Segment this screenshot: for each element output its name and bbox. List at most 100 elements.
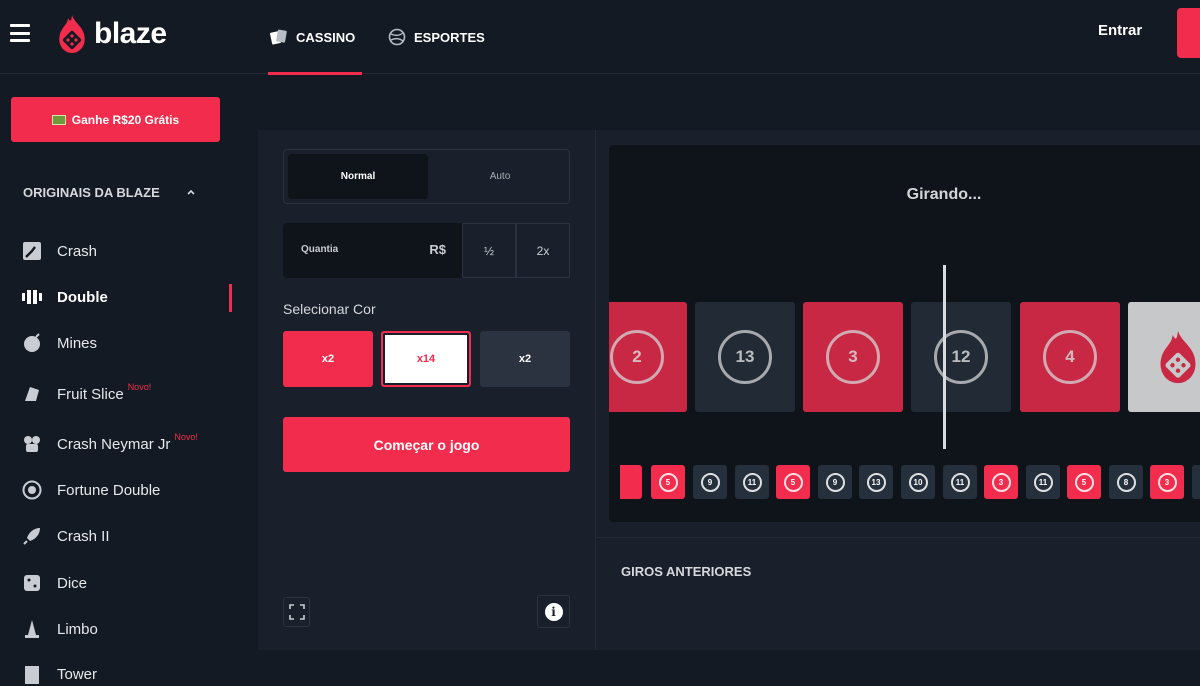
amount-label: Quantia	[301, 244, 339, 255]
sidebar-item-label: Limbo	[57, 620, 98, 638]
tab-cassino-label: CASSINO	[296, 29, 356, 45]
history-chip: 11	[735, 465, 769, 499]
double-amount-button[interactable]: 2x	[516, 223, 570, 278]
history-chip	[620, 465, 642, 499]
tab-esportes[interactable]: ESPORTES	[388, 0, 485, 74]
history-chip: 10	[901, 465, 935, 499]
fullscreen-icon	[288, 604, 305, 620]
tile-number: 3	[826, 330, 880, 384]
dice-icon	[21, 572, 43, 594]
login-button[interactable]: Entrar	[1098, 22, 1142, 39]
sidebar-item-label: Dice	[57, 574, 88, 592]
history-chip: 5	[776, 465, 810, 499]
history-chip: 11	[943, 465, 977, 499]
wheel-tile-white	[1128, 302, 1200, 412]
blaze-flame-icon	[59, 15, 85, 53]
sidebar-item-limbo[interactable]: Limbo	[21, 617, 98, 641]
mode-toggle: Normal Auto	[283, 149, 570, 204]
sidebar-item-label: Crash Neymar Jr	[57, 435, 171, 453]
promo-button[interactable]: Ganhe R$20 Grátis	[11, 97, 220, 142]
wheel-tile: 12	[911, 302, 1011, 412]
history-chip: 5	[1067, 465, 1101, 499]
history-chip: 13	[859, 465, 893, 499]
info-button[interactable]: i	[537, 595, 570, 628]
history-chip: 9	[693, 465, 727, 499]
history-chip	[1192, 465, 1200, 499]
tile-number: 13	[718, 330, 772, 384]
logo-text: blaze	[94, 17, 167, 50]
fortune-double-icon	[21, 479, 43, 501]
sidebar-item-label: Tower	[57, 665, 98, 683]
sports-ball-icon	[388, 28, 406, 46]
sidebar-item-label: Fortune Double	[57, 481, 161, 499]
sidebar-item-crash[interactable]: Crash	[21, 239, 97, 263]
promo-label: Ganhe R$20 Grátis	[71, 112, 180, 127]
sidebar-item-tower[interactable]: Tower	[21, 662, 97, 686]
tower-icon	[21, 663, 43, 685]
limbo-icon	[21, 618, 43, 640]
money-icon	[51, 114, 66, 125]
spin-status: Girando...	[906, 186, 982, 203]
history-chip: 3	[1150, 465, 1184, 499]
currency-label: R$	[429, 242, 446, 257]
logo[interactable]: blaze	[56, 12, 167, 56]
history-chip: 3	[984, 465, 1018, 499]
tab-cassino[interactable]: CASSINO	[268, 0, 362, 75]
chevron-up-icon[interactable]	[186, 187, 196, 197]
section-title: ORIGINAIS DA BLAZE	[23, 185, 160, 200]
wheel-tile: 4	[1020, 302, 1120, 412]
tile-number: 4	[1043, 330, 1097, 384]
neymar-icon	[21, 433, 43, 455]
new-badge: Novo!	[174, 432, 198, 442]
active-indicator	[229, 284, 232, 312]
history-chip: 8	[1109, 465, 1143, 499]
info-icon: i	[544, 602, 563, 621]
tile-number: 2	[610, 330, 664, 384]
history-chip: 9	[818, 465, 852, 499]
sidebar: Ganhe R$20 Grátis ORIGINAIS DA BLAZE Cra…	[0, 75, 240, 684]
wheel-pointer	[943, 265, 946, 449]
sidebar-item-label: Crash II	[57, 527, 110, 545]
sidebar-item-crash-neymar[interactable]: Crash Neymar Jr Novo!	[21, 432, 198, 456]
double-game: Normal Auto Quantia R$ ½ 2x Selecionar C…	[258, 130, 1200, 650]
crash-icon	[21, 240, 43, 262]
sidebar-item-double[interactable]: Double	[21, 285, 108, 309]
blaze-flame-icon	[1160, 330, 1196, 384]
mode-auto-button[interactable]: Auto	[430, 154, 570, 199]
menu-icon[interactable]	[10, 24, 30, 42]
mode-normal-button[interactable]: Normal	[288, 154, 428, 199]
sidebar-item-dice[interactable]: Dice	[21, 571, 87, 595]
rocket-icon	[21, 525, 43, 547]
start-game-button[interactable]: Começar o jogo	[283, 417, 570, 472]
color-white-button[interactable]: x14	[381, 331, 471, 387]
sidebar-item-label: Mines	[57, 334, 98, 352]
sidebar-item-fortune-double[interactable]: Fortune Double	[21, 478, 160, 502]
sidebar-item-fruit-slice[interactable]: Fruit Slice Novo!	[21, 382, 151, 406]
history-chip: 5	[651, 465, 685, 499]
sidebar-item-label: Crash	[57, 242, 98, 260]
bet-controls: Normal Auto Quantia R$ ½ 2x Selecionar C…	[258, 130, 596, 650]
cards-icon	[270, 28, 288, 46]
tab-esportes-label: ESPORTES	[414, 29, 485, 45]
wheel-tile: 2	[609, 302, 687, 412]
register-button[interactable]	[1177, 8, 1200, 58]
mines-icon	[21, 332, 43, 354]
color-black-button[interactable]: x2	[480, 331, 570, 387]
previous-spins: GIROS ANTERIORES	[596, 537, 1200, 650]
history-title: GIROS ANTERIORES	[621, 564, 752, 579]
amount-input[interactable]: Quantia R$	[283, 223, 462, 278]
wheel-tile: 3	[803, 302, 903, 412]
sidebar-item-label: Fruit Slice	[57, 385, 124, 403]
fruit-slice-icon	[21, 383, 43, 405]
double-icon	[21, 286, 43, 308]
history-chip: 11	[1026, 465, 1060, 499]
wheel-tile: 13	[695, 302, 795, 412]
sidebar-item-mines[interactable]: Mines	[21, 331, 97, 355]
sidebar-item-crash-ii[interactable]: Crash II	[21, 524, 110, 548]
fullscreen-button[interactable]	[283, 597, 310, 627]
half-amount-button[interactable]: ½	[462, 223, 516, 278]
new-badge: Novo!	[127, 382, 152, 392]
select-color-label: Selecionar Cor	[283, 301, 376, 317]
color-red-button[interactable]: x2	[283, 331, 373, 387]
top-bar: blaze CASSINO ESPORTES Entrar	[0, 0, 1200, 75]
